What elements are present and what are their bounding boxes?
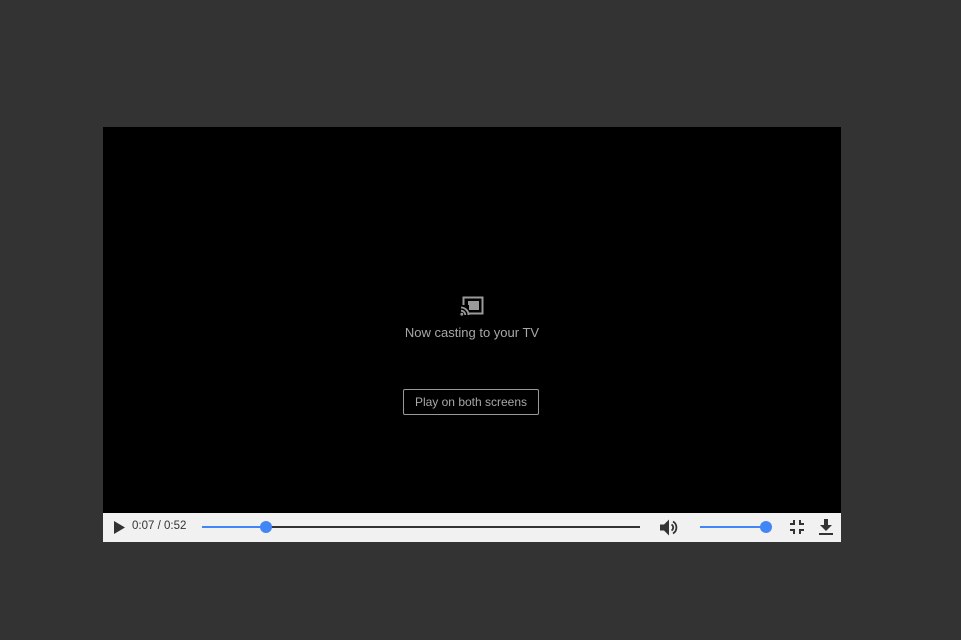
seek-slider[interactable] [202, 520, 640, 534]
seek-thumb[interactable] [259, 521, 272, 533]
volume-icon[interactable] [659, 518, 679, 537]
video-player: Now casting to your TV Play on both scre… [103, 127, 841, 542]
volume-slider[interactable] [700, 520, 772, 534]
duration: 0:52 [163, 520, 187, 532]
cast-icon [460, 296, 484, 316]
play-on-both-screens-button[interactable]: Play on both screens [403, 389, 539, 415]
video-area[interactable]: Now casting to your TV Play on both scre… [103, 127, 841, 513]
volume-thumb[interactable] [760, 521, 772, 533]
time-display: 0:07 / 0:52 [132, 520, 186, 532]
cast-status-message: Now casting to your TV [404, 325, 540, 340]
play-icon[interactable] [112, 520, 126, 535]
download-icon[interactable] [819, 519, 833, 535]
control-bar: 0:07 / 0:52 [103, 513, 841, 542]
time-separator: / [154, 520, 164, 532]
volume-fill [700, 526, 766, 528]
exit-fullscreen-icon[interactable] [790, 520, 804, 534]
seek-progress-fill [202, 526, 266, 528]
current-time: 0:07 [132, 520, 155, 532]
